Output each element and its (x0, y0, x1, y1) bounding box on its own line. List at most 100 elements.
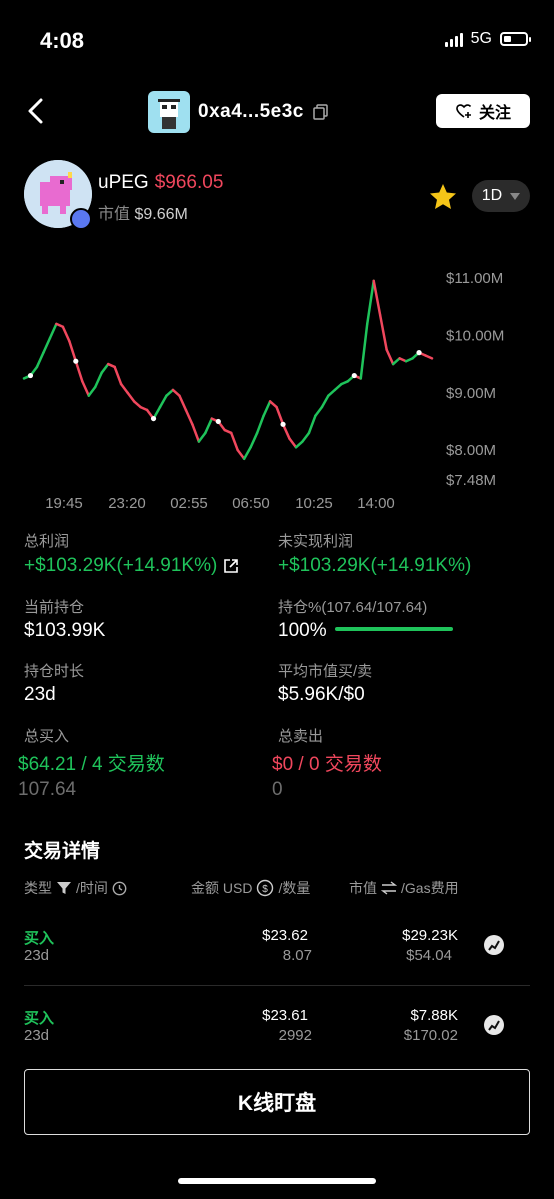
trades-title: 交易详情 (24, 841, 101, 862)
price-line-segment (87, 385, 97, 397)
trade-marker[interactable] (150, 415, 157, 422)
price-line-segment (365, 279, 375, 326)
mcap-value: $9.66M (134, 206, 188, 223)
price-line-segment (294, 440, 304, 449)
col-amount-label: 金额 USD (191, 880, 253, 896)
unrealized-value: +$103.29K(+14.91K%) (278, 555, 472, 576)
star-icon[interactable] (428, 182, 458, 212)
price-line-segment (204, 417, 214, 435)
trade-mcap: $7.88K (410, 1007, 458, 1024)
price-line-segment (378, 314, 388, 351)
price-line-segment (81, 380, 91, 397)
buy-value: $64.21 / 4 交易数 (18, 754, 165, 775)
trade-row[interactable]: 买入 23d $23.61 2992 $7.88K $170.02 (0, 1000, 554, 1040)
clock-icon[interactable] (112, 881, 127, 896)
token-price: $966.05 (154, 172, 224, 193)
x-tick-label: 06:50 (232, 495, 270, 512)
col-qty-label: /数量 (278, 880, 311, 896)
token-title: uPEG $966.05 (98, 172, 223, 194)
holding-pct-value: 100% (278, 620, 327, 641)
price-line-segment (288, 437, 298, 449)
chevron-down-icon (510, 192, 521, 200)
col-type-label: 类型 (24, 880, 52, 896)
follow-button[interactable]: 关注 (436, 94, 530, 128)
kline-watch-button[interactable]: K线盯盘 (24, 1069, 530, 1135)
trade-qty: 8.07 (282, 947, 312, 964)
trade-marker[interactable] (351, 372, 357, 379)
y-tick-label: $9.00M (446, 385, 496, 402)
trade-gas: $170.02 (403, 1027, 458, 1040)
trade-time: 23d (24, 1027, 50, 1040)
trade-time: 23d (24, 947, 50, 964)
heart-plus-icon (456, 104, 472, 118)
svg-text:$: $ (263, 884, 269, 895)
trade-marker[interactable] (73, 358, 79, 364)
trade-type: 买入 (24, 1010, 55, 1027)
price-line-segment (275, 405, 285, 426)
back-arrow-icon[interactable] (22, 96, 52, 126)
avg-label: 平均市值买/卖 (278, 663, 373, 680)
market-cap: 市值 $9.66M (98, 200, 188, 224)
price-line-segment (262, 400, 272, 417)
price-line-segment (178, 394, 188, 412)
trade-marker[interactable] (27, 372, 34, 379)
x-tick-label: 14:00 (357, 495, 395, 512)
battery-icon (500, 32, 531, 46)
trade-marker[interactable] (215, 418, 221, 425)
price-line-segment (42, 337, 52, 354)
trade-mcap: $29.23K (402, 927, 458, 944)
total-profit-value: +$103.29K(+14.91K%) (24, 555, 218, 576)
trade-row[interactable]: 买入 23d $23.62 8.07 $29.23K $54.04 (0, 920, 554, 980)
external-link-icon[interactable] (223, 558, 239, 574)
signal-icon (444, 31, 463, 47)
col-time-label: /时间 (76, 880, 108, 896)
price-line-segment (327, 388, 337, 397)
x-tick-label: 02:55 (170, 495, 208, 512)
token-avatar (24, 160, 92, 230)
price-line-segment (314, 405, 324, 417)
duration-value: 23d (24, 684, 56, 705)
period-selector[interactable]: 1D (472, 180, 530, 212)
price-line-segment (333, 382, 343, 392)
copy-icon[interactable] (312, 103, 330, 121)
price-line-segment (372, 279, 382, 317)
price-line-segment (255, 414, 265, 435)
price-line-segment (249, 431, 259, 449)
wallet-avatar (148, 91, 190, 133)
col-type-time[interactable]: 类型 /时间 (24, 878, 127, 898)
price-line-segment (184, 408, 194, 426)
trade-marker[interactable] (416, 350, 422, 356)
follow-label: 关注 (478, 105, 511, 122)
x-tick-label: 10:25 (295, 495, 333, 512)
price-line-segment (236, 448, 246, 461)
currency-toggle-icon[interactable]: $ (256, 879, 274, 897)
price-line-segment (197, 431, 207, 443)
chart-link-icon[interactable] (484, 935, 504, 955)
price-line-segment (424, 354, 434, 360)
filter-icon[interactable] (56, 881, 72, 895)
price-line-segment (320, 394, 330, 409)
col-mcap-gas[interactable]: 市值 /Gas费用 (349, 878, 459, 898)
header-address[interactable]: 0xa4...5e3c (148, 91, 330, 133)
avg-value: $5.96K/$0 (278, 684, 365, 705)
swap-icon[interactable] (381, 881, 397, 895)
holding-label: 当前持仓 (24, 599, 85, 616)
total-profit[interactable]: +$103.29K(+14.91K%) (24, 555, 239, 577)
price-line-segment (68, 339, 78, 363)
sell-amount: 0 (272, 779, 283, 800)
trade-marker[interactable] (280, 421, 286, 427)
price-line-segment (48, 322, 58, 340)
holding-progress-bar (335, 627, 453, 631)
mcap-label: 市值 (98, 206, 131, 223)
y-tick-label: $10.00M (446, 327, 504, 344)
y-tick-label: $8.00M (446, 442, 496, 459)
price-chart[interactable]: $11.00M $10.00M $9.00M $8.00M $7.48M 19:45 23:… (0, 250, 554, 520)
price-line-segment (61, 325, 71, 343)
price-line-segment (35, 351, 45, 369)
price-line-segment (268, 400, 278, 409)
chart-link-icon[interactable] (484, 1015, 504, 1035)
price-line-segment (385, 348, 395, 366)
col-amount-qty[interactable]: 金额 USD $ /数量 (191, 878, 310, 898)
sell-label: 总卖出 (278, 728, 324, 745)
total-profit-label: 总利润 (24, 533, 70, 550)
